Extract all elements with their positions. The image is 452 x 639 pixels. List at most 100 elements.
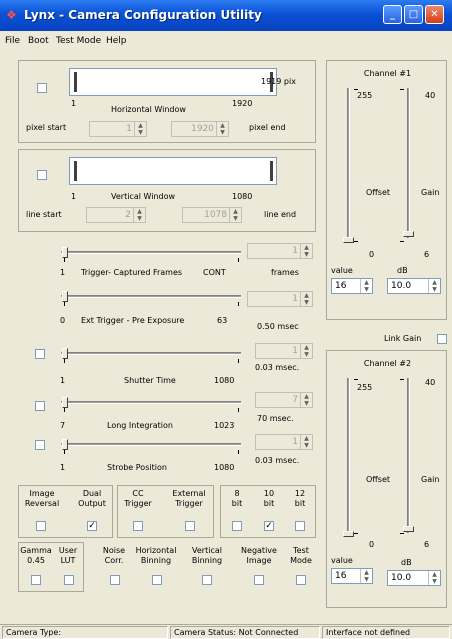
link-gain-checkbox[interactable] — [437, 334, 447, 344]
horizontal-label: Horizontal Window — [111, 105, 186, 114]
channel1-title: Channel #1 — [363, 69, 412, 78]
window-title: Lynx - Camera Configuration Utility — [24, 8, 262, 22]
strobe-min: 1 — [60, 463, 66, 472]
menu-test-mode[interactable]: Test Mode — [56, 36, 101, 46]
maximize-button[interactable]: □ — [404, 5, 423, 24]
negative-image-checkbox[interactable] — [254, 575, 264, 585]
horizontal-window-group: 1919 pix 1 Horizontal Window 1920 pixel … — [18, 60, 316, 143]
vertical-min: 1 — [71, 192, 77, 201]
shutter-max: 1080 — [214, 376, 235, 385]
ext-trigger-slider[interactable] — [61, 295, 241, 298]
channel2-offset-label: Offset — [366, 475, 391, 484]
shutter-thumb[interactable] — [62, 348, 68, 359]
channel1-offset-slider[interactable] — [347, 88, 350, 238]
bit8-checkbox[interactable] — [232, 521, 242, 531]
channel1-offset-thumb[interactable] — [343, 237, 354, 243]
test-mode-checkbox[interactable] — [296, 575, 306, 585]
pixel-start-spinner[interactable]: 1 ▲ ▼ — [89, 121, 147, 137]
strobe-checkbox[interactable] — [35, 440, 45, 450]
channel2-value-spinner[interactable]: 16 ▲ ▼ — [331, 568, 373, 584]
horizontal-min: 1 — [71, 99, 77, 108]
ext-trigger-label: Ext Trigger - Pre Exposure — [81, 316, 185, 325]
horizontal-readout: 1919 pix — [261, 77, 296, 86]
channel1-db-label: dB — [397, 266, 408, 275]
channel2-gain-slider[interactable] — [407, 378, 410, 533]
long-integration-slider[interactable] — [61, 401, 241, 404]
shutter-readout: 0.03 msec. — [255, 363, 300, 372]
strobe-slider[interactable] — [61, 443, 241, 446]
gamma-checkbox[interactable] — [31, 575, 41, 585]
image-reversal-checkbox[interactable] — [36, 521, 46, 531]
trigger-unit: frames — [271, 268, 299, 277]
gamma-lut-group: Gamma 0.45 User LUT — [18, 542, 84, 592]
channel1-gain-thumb[interactable] — [403, 231, 414, 237]
external-trigger-checkbox[interactable] — [185, 521, 195, 531]
channel1-value-spinner[interactable]: 16 ▲ ▼ — [331, 278, 373, 294]
trigger-label: Trigger- Captured Frames — [81, 268, 183, 277]
ext-trigger-thumb[interactable] — [62, 291, 68, 302]
vertical-binning-checkbox[interactable] — [202, 575, 212, 585]
channel2-offset-thumb[interactable] — [343, 531, 354, 537]
noise-correction-checkbox[interactable] — [110, 575, 120, 585]
vertical-label: Vertical Window — [111, 192, 176, 201]
channel1-gain-max: 40 — [425, 91, 436, 100]
menu-bar: File Boot Test Mode Help — [0, 31, 452, 53]
long-integration-checkbox[interactable] — [35, 401, 45, 411]
ext-trigger-max: 63 — [217, 316, 228, 325]
shutter-checkbox[interactable] — [35, 349, 45, 359]
channel1-db-spinner[interactable]: 10.0 ▲ ▼ — [387, 278, 441, 294]
dual-output-checkbox[interactable]: ✓ — [87, 521, 97, 531]
channel1-offset-label: Offset — [366, 188, 391, 197]
trigger-frames-slider[interactable] — [61, 251, 241, 254]
horizontal-max: 1920 — [232, 99, 253, 108]
link-gain-label: Link Gain — [384, 334, 422, 343]
long-integration-spinner[interactable]: 7 ▲ ▼ — [255, 392, 313, 408]
ext-trigger-spinner[interactable]: 1 ▲ ▼ — [247, 291, 313, 307]
minimize-button[interactable]: _ — [383, 5, 402, 24]
interface-status: Interface not defined — [322, 626, 450, 639]
channel2-db-label: dB — [401, 558, 412, 567]
menu-file[interactable]: File — [5, 36, 20, 46]
channel2-gain-thumb[interactable] — [403, 526, 414, 532]
close-button[interactable]: ✕ — [425, 5, 444, 24]
user-lut-checkbox[interactable] — [64, 575, 74, 585]
strobe-spinner[interactable]: 1 ▲ ▼ — [255, 434, 313, 450]
menu-help[interactable]: Help — [106, 36, 127, 46]
trigger-frames-spinner[interactable]: 1 ▲ ▼ — [247, 243, 313, 259]
long-integration-max: 1023 — [214, 421, 235, 430]
channel2-offset-slider[interactable] — [347, 378, 350, 533]
vertical-window-group: 1 Vertical Window 1080 line start 2 ▲ ▼ 10… — [18, 149, 316, 232]
trigger-frames-thumb[interactable] — [62, 247, 68, 258]
horizontal-binning-checkbox[interactable] — [152, 575, 162, 585]
ext-trigger-min: 0 — [60, 316, 66, 325]
line-start-spinner[interactable]: 2 ▲ ▼ — [86, 207, 146, 223]
strobe-thumb[interactable] — [62, 439, 68, 450]
channel1-group: Channel #1 255 40 Offset Gain 0 6 value … — [326, 60, 447, 320]
shutter-spinner[interactable]: 1 ▲ ▼ — [255, 343, 313, 359]
menu-boot[interactable]: Boot — [28, 36, 49, 46]
line-start-label: line start — [26, 210, 62, 219]
shutter-slider[interactable] — [61, 352, 241, 355]
line-end-spinner[interactable]: 1078 ▲ ▼ — [182, 207, 242, 223]
strobe-readout: 0.03 msec. — [255, 456, 300, 465]
channel1-offset-min: 0 — [369, 250, 375, 259]
vertical-enable-checkbox[interactable] — [37, 170, 47, 180]
channel2-gain-min: 6 — [424, 540, 430, 549]
channel2-db-spinner[interactable]: 10.0 ▲ ▼ — [387, 570, 441, 586]
pixel-end-label: pixel end — [249, 123, 286, 132]
channel1-gain-label: Gain — [421, 188, 440, 197]
bit12-checkbox[interactable] — [295, 521, 305, 531]
cc-trigger-checkbox[interactable] — [133, 521, 143, 531]
orientation-group: Image Reversal Dual Output ✓ — [18, 485, 113, 538]
pixel-start-label: pixel start — [26, 123, 67, 132]
horizontal-window-slider[interactable] — [69, 68, 277, 96]
channel2-gain-label: Gain — [421, 475, 440, 484]
long-integration-thumb[interactable] — [62, 397, 68, 408]
long-integration-min: 7 — [60, 421, 66, 430]
pixel-end-spinner[interactable]: 1920 ▲ ▼ — [171, 121, 229, 137]
channel1-gain-slider[interactable] — [407, 88, 410, 238]
horizontal-enable-checkbox[interactable] — [37, 83, 47, 93]
vertical-window-slider[interactable] — [69, 157, 277, 185]
channel2-offset-max: 255 — [357, 383, 373, 392]
bit10-checkbox[interactable]: ✓ — [264, 521, 274, 531]
